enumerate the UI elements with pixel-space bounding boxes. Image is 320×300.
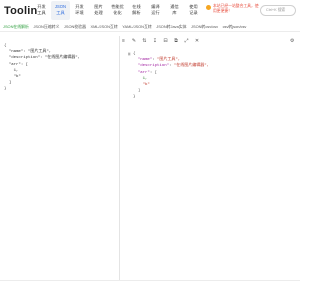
tab-csv-json[interactable]: csv转json/csv xyxy=(223,24,247,30)
code-line: } xyxy=(133,94,209,100)
code-text: ] xyxy=(137,89,141,94)
tool-tabs: JSON在线解析 JSON压缩转义 JSON校验器 XML/JSON互转 YAM… xyxy=(0,22,300,32)
nav-item-parse[interactable]: 在线 解析 xyxy=(127,1,146,20)
nav-item-dev-env[interactable]: 开发 环境 xyxy=(70,1,89,20)
close-icon[interactable]: ✕ xyxy=(195,39,200,44)
tab-yaml-json[interactable]: YAML/JSON互转 xyxy=(122,24,152,30)
nav-item-compile[interactable]: 编译 运行 xyxy=(146,1,165,20)
json-output-viewer: ▣ { "name": "图片工具", "description": "在线图片… xyxy=(120,46,300,280)
tab-json-parse[interactable]: JSON在线解析 xyxy=(3,24,29,30)
code-text: 1, xyxy=(13,68,19,73)
sort-icon[interactable]: ⇅ xyxy=(142,39,147,44)
nav-item-comm[interactable]: 通信库 xyxy=(165,1,184,20)
tab-json-compress[interactable]: JSON压缩转义 xyxy=(33,24,59,30)
main-nav: 开发 工具 JSON 工具 开发 环境 图片 处理 性能优 化化 在线 解析 编译 运行 通信… xyxy=(32,1,203,21)
nav-item-dev-tools[interactable]: 开发 工具 xyxy=(32,1,51,20)
code-text: "arr": [ xyxy=(8,62,29,67)
nav-label: 化化 xyxy=(113,9,122,15)
tab-json-csv[interactable]: JSON转csv/csv xyxy=(191,24,218,30)
bottom-bar xyxy=(0,280,300,300)
nav-label: 工具 xyxy=(37,9,46,15)
copy-icon[interactable]: ⧉ xyxy=(174,39,179,44)
notice-banner[interactable]: 本站已经一站整合工具，使用更便捷！ xyxy=(206,4,261,14)
code-text: "b" xyxy=(142,83,150,88)
json-value: "图片工具", xyxy=(157,58,181,63)
nav-label: 运行 xyxy=(151,9,160,15)
code-text: } xyxy=(4,87,7,92)
top-header: Toolin 开发 工具 JSON 工具 开发 环境 图片 处理 性能优 化化 在线 解析 … xyxy=(0,0,300,22)
collapse-icon[interactable]: ⊟ xyxy=(163,39,168,44)
warning-icon xyxy=(206,5,211,10)
nav-label: 处理 xyxy=(94,9,103,15)
toolbar-icons: ≡ ✎ ⇅ ↧ ⊟ ⧉ ⤢ ✕ xyxy=(121,39,205,44)
tab-json-java[interactable]: JSON转Java实体 xyxy=(156,24,186,30)
code-text: 1, xyxy=(142,76,148,81)
expand-icon[interactable]: ⤢ xyxy=(184,39,189,44)
fold-gutter[interactable]: ▣ xyxy=(128,51,130,57)
nav-item-history[interactable]: 使用 记录 xyxy=(184,1,203,20)
json-key: "arr" xyxy=(137,70,150,75)
tab-xml-json[interactable]: XML/JSON互转 xyxy=(90,24,117,30)
json-value: [ xyxy=(154,70,158,75)
code-line: "description": "在线图片编辑器", xyxy=(137,64,210,69)
nav-label: 解析 xyxy=(132,9,141,15)
sort-desc-icon[interactable]: ↧ xyxy=(153,39,158,44)
code-text: ] xyxy=(8,81,12,86)
search-input[interactable]: Ctrl+K 搜索 xyxy=(260,5,296,16)
nav-label: 工具 xyxy=(56,9,65,15)
json-input-editor[interactable]: { "name": "图片工具", "description": "在线图片编辑… xyxy=(0,40,118,280)
code-line: } xyxy=(4,86,118,92)
nav-label: 记录 xyxy=(189,9,198,15)
json-key: "description" xyxy=(137,64,170,69)
nav-label: 环境 xyxy=(75,9,84,15)
code-text: { xyxy=(133,52,136,56)
code-text: { xyxy=(4,44,7,48)
code-text: "b" xyxy=(13,75,21,80)
notice-text: 本站已经一站整合工具，使用更便捷！ xyxy=(213,4,259,13)
code-text: "description": "在线图片编辑器", xyxy=(8,56,81,61)
edit-icon[interactable]: ✎ xyxy=(132,39,137,44)
nav-label: 库 xyxy=(172,9,177,15)
nav-item-image[interactable]: 图片 处理 xyxy=(89,1,108,20)
code-text: "name": "图片工具", xyxy=(8,50,52,55)
tab-json-validate[interactable]: JSON校验器 xyxy=(64,24,86,30)
json-output-code: { "name": "图片工具", "description": "在线图片编辑… xyxy=(133,51,209,101)
settings-icon[interactable]: ⚙ xyxy=(290,39,295,44)
code-text: } xyxy=(133,95,136,100)
json-value: "在线图片编辑器", xyxy=(173,64,210,69)
json-key: "name" xyxy=(137,58,153,63)
format-icon[interactable]: ≡ xyxy=(121,39,126,44)
nav-item-json-tools[interactable]: JSON 工具 xyxy=(51,1,70,20)
nav-item-perf[interactable]: 性能优 化化 xyxy=(108,1,127,20)
